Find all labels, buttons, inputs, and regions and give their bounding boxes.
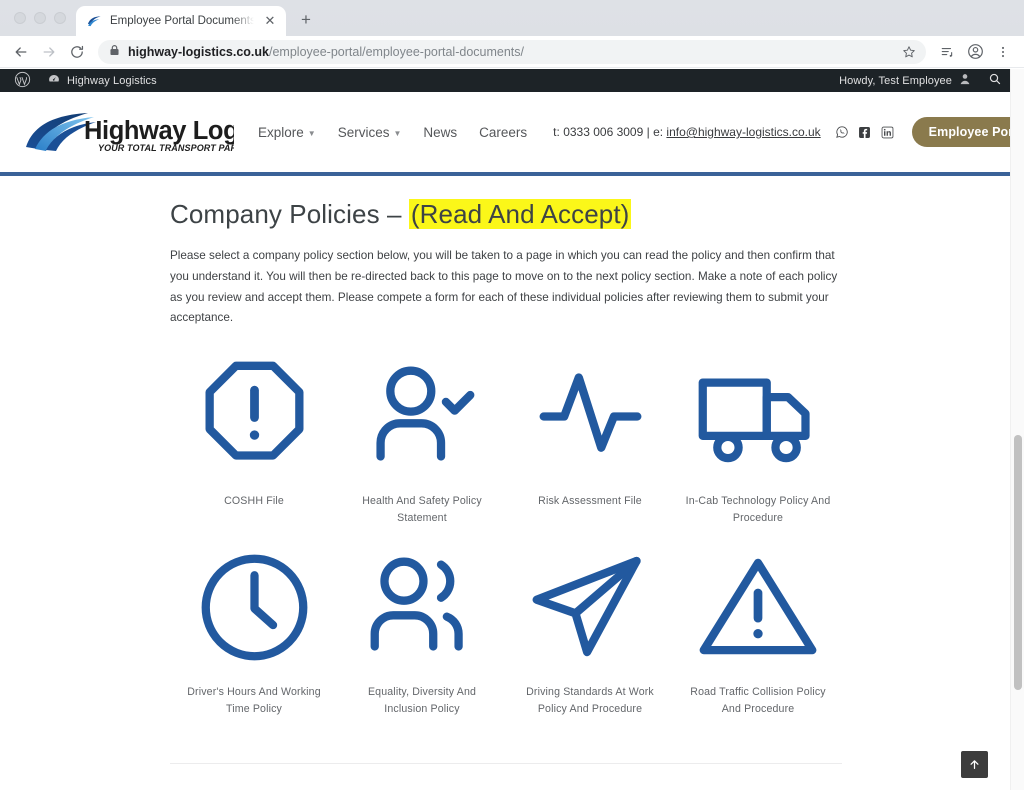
forward-button[interactable] <box>36 39 62 65</box>
policy-card-driving-standards[interactable]: Driving Standards At Work Policy And Pro… <box>506 544 674 717</box>
header-blue-divider <box>0 172 1010 176</box>
window-controls <box>8 0 76 36</box>
wordpress-admin-bar: Highway Logistics Howdy, Test Employee <box>0 69 1010 92</box>
lock-icon <box>109 43 120 61</box>
profile-avatar-icon[interactable] <box>962 39 988 65</box>
chrome-menu-icon[interactable] <box>990 39 1016 65</box>
nav-label: Services <box>337 124 390 140</box>
facebook-icon[interactable] <box>858 125 872 139</box>
howdy-greeting: Howdy, Test Employee <box>839 74 952 87</box>
policy-label: Driver's Hours And Working Time Policy <box>187 686 321 715</box>
policy-label: Health And Safety Policy Statement <box>362 495 482 524</box>
octagon-exclamation-icon <box>196 353 313 479</box>
back-button[interactable] <box>8 39 34 65</box>
user-avatar-icon <box>958 72 972 89</box>
people-group-icon <box>361 544 484 670</box>
social-links <box>835 125 895 139</box>
address-bar[interactable]: highway-logistics.co.uk/employee-portal/… <box>98 39 926 64</box>
policy-card-health-and-safety[interactable]: Health And Safety Policy Statement <box>338 353 506 526</box>
site-header: Highway Logistics YOUR TOTAL TRANSPORT P… <box>0 92 1024 172</box>
admin-bar-search-button[interactable] <box>980 69 1010 92</box>
minimize-window-button[interactable] <box>34 12 46 24</box>
reading-list-icon[interactable] <box>934 39 960 65</box>
policy-label: Road Traffic Collision Policy And Proced… <box>690 686 826 715</box>
policy-label: In-Cab Technology Policy And Procedure <box>685 495 831 524</box>
page-scrollbar-thumb[interactable] <box>1014 435 1022 690</box>
person-check-icon <box>364 353 481 479</box>
wordpress-logo-icon <box>14 71 31 91</box>
nav-item-explore[interactable]: Explore ▼ <box>258 125 316 140</box>
wordpress-logo-menu[interactable] <box>6 69 39 92</box>
policy-card-drivers-hours[interactable]: Driver's Hours And Working Time Policy <box>170 544 338 717</box>
bookmark-star-icon[interactable] <box>898 41 920 63</box>
page-title: Company Policies – (Read And Accept) <box>170 199 842 230</box>
url-domain: highway-logistics.co.uk <box>128 44 269 59</box>
page-viewport: Highway Logistics Howdy, Test Employee H… <box>0 69 1024 790</box>
chevron-down-icon: ▼ <box>393 128 402 138</box>
truck-icon <box>695 353 821 479</box>
account-menu[interactable]: Howdy, Test Employee <box>831 69 980 92</box>
scroll-to-top-button[interactable] <box>961 751 988 778</box>
linkedin-icon[interactable] <box>881 125 895 139</box>
email-link[interactable]: info@highway-logistics.co.uk <box>666 125 820 139</box>
page-content: Company Policies – (Read And Accept) Ple… <box>0 199 1010 764</box>
site-name-menu[interactable]: Highway Logistics <box>39 69 165 92</box>
policy-grid: COSHH File Health And Safety Policy Stat… <box>170 353 842 717</box>
svg-text:Highway Logistics: Highway Logistics <box>84 117 234 145</box>
search-icon <box>988 72 1002 89</box>
browser-window: Employee Portal Documents | ✕ + highway-… <box>0 0 1024 790</box>
employee-portal-button[interactable]: Employee Portal <box>911 117 1024 147</box>
triangle-warning-icon <box>695 544 821 670</box>
nav-item-news[interactable]: News <box>423 125 457 140</box>
policy-card-risk-assessment[interactable]: Risk Assessment File <box>506 353 674 526</box>
header-contact-info: t: 0333 006 3009 | e: info@highway-logis… <box>553 125 821 139</box>
policy-card-equality-diversity[interactable]: Equality, Diversity And Inclusion Policy <box>338 544 506 717</box>
nav-item-services[interactable]: Services ▼ <box>338 125 402 140</box>
browser-toolbar: highway-logistics.co.uk/employee-portal/… <box>0 36 1024 68</box>
reload-button[interactable] <box>64 39 90 65</box>
clock-icon <box>196 544 313 670</box>
url-path: /employee-portal/employee-portal-documen… <box>269 44 524 59</box>
phone-number[interactable]: 0333 006 3009 <box>563 125 643 139</box>
dashboard-speedometer-icon <box>47 72 61 89</box>
pulse-heartbeat-icon <box>532 353 649 479</box>
policy-card-in-cab-technology[interactable]: In-Cab Technology Policy And Procedure <box>674 353 842 526</box>
site-logo[interactable]: Highway Logistics YOUR TOTAL TRANSPORT P… <box>22 107 234 157</box>
policy-label: COSHH File <box>224 495 284 508</box>
email-prefix: e: <box>653 125 667 139</box>
contact-separator: | <box>643 125 654 139</box>
intro-paragraph: Please select a company policy section b… <box>170 249 838 325</box>
admin-bar-site-name: Highway Logistics <box>67 74 157 87</box>
page-title-highlight: (Read And Accept) <box>408 199 632 229</box>
policy-label: Driving Standards At Work Policy And Pro… <box>526 686 654 715</box>
policy-card-coshh-file[interactable]: COSHH File <box>170 353 338 526</box>
content-divider <box>170 762 842 764</box>
whatsapp-icon[interactable] <box>835 125 849 139</box>
browser-tab[interactable]: Employee Portal Documents | ✕ <box>76 6 286 36</box>
policy-label: Risk Assessment File <box>538 495 642 508</box>
tab-close-icon[interactable]: ✕ <box>262 13 278 29</box>
maximize-window-button[interactable] <box>54 12 66 24</box>
url-text: highway-logistics.co.uk/employee-portal/… <box>128 45 524 59</box>
tab-strip: Employee Portal Documents | ✕ + <box>0 0 1024 36</box>
svg-text:YOUR TOTAL TRANSPORT PARTNER.: YOUR TOTAL TRANSPORT PARTNER. <box>98 143 234 153</box>
page-title-plain: Company Policies – <box>170 199 409 229</box>
page-scrollbar[interactable] <box>1010 69 1024 790</box>
tab-favicon-icon <box>86 13 102 29</box>
new-tab-button[interactable]: + <box>292 6 320 34</box>
nav-item-careers[interactable]: Careers <box>479 125 527 140</box>
chevron-down-icon: ▼ <box>307 128 316 138</box>
nav-label: Explore <box>258 124 304 140</box>
policy-card-road-traffic-collision[interactable]: Road Traffic Collision Policy And Proced… <box>674 544 842 717</box>
policy-label: Equality, Diversity And Inclusion Policy <box>367 686 477 715</box>
phone-prefix: t: <box>553 125 564 139</box>
paper-plane-icon <box>527 544 653 670</box>
main-navigation: Explore ▼ Services ▼ News Careers <box>258 125 527 140</box>
close-window-button[interactable] <box>14 12 26 24</box>
tab-title: Employee Portal Documents | <box>110 15 254 27</box>
